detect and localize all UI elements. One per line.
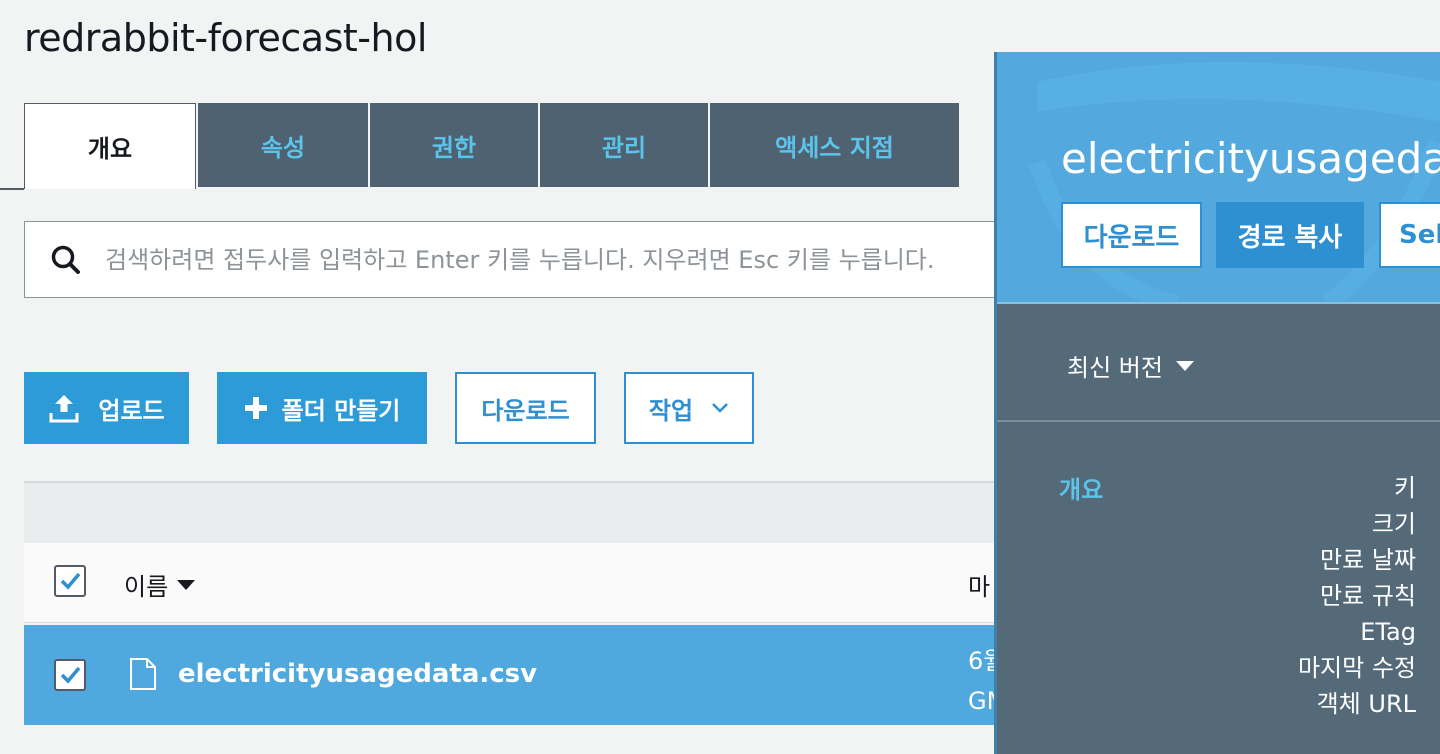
sort-down-icon xyxy=(176,579,196,591)
prop-object-url: 객체 URL xyxy=(1316,690,1416,718)
create-folder-button[interactable]: 폴더 만들기 xyxy=(217,372,427,444)
file-name-link[interactable]: electricityusagedata.csv xyxy=(178,659,537,689)
search-icon xyxy=(49,243,83,277)
file-icon xyxy=(128,657,158,695)
checkmark-icon xyxy=(60,666,81,684)
tab-access-points[interactable]: 액세스 지점 xyxy=(710,103,959,187)
tab-bar: 개요 속성 권한 관리 액세스 지점 xyxy=(0,103,1000,189)
column-name-label: 이름 xyxy=(124,573,169,601)
prop-expiration-rule: 만료 규칙 xyxy=(1320,582,1416,610)
bucket-title: redrabbit-forecast-hol xyxy=(24,16,427,60)
table-row[interactable]: electricityusagedata.csv 6월 GM xyxy=(24,625,1007,725)
panel-divider xyxy=(997,420,1440,422)
tab-permissions[interactable]: 권한 xyxy=(370,103,538,187)
panel-download-button[interactable]: 다운로드 xyxy=(1061,202,1202,268)
prop-key: 키 xyxy=(1393,474,1416,502)
create-folder-label: 폴더 만들기 xyxy=(281,396,401,425)
search-input[interactable] xyxy=(105,245,985,274)
actions-dropdown[interactable]: 작업 xyxy=(624,372,754,444)
tab-management[interactable]: 관리 xyxy=(540,103,708,187)
tab-properties[interactable]: 속성 xyxy=(198,103,368,187)
upload-label: 업로드 xyxy=(98,396,165,425)
panel-header: electricityusagedata 다운로드 경로 복사 Sele xyxy=(997,52,1440,304)
copy-path-button[interactable]: 경로 복사 xyxy=(1216,202,1364,268)
actions-label: 작업 xyxy=(648,396,694,425)
upload-button[interactable]: 업로드 xyxy=(24,372,189,444)
row-checkbox[interactable] xyxy=(54,659,86,691)
prop-size: 크기 xyxy=(1371,510,1416,538)
column-header-name[interactable]: 이름 xyxy=(124,567,196,602)
download-button[interactable]: 다운로드 xyxy=(455,372,596,444)
table-header: 이름 마 xyxy=(24,543,1000,623)
plus-icon xyxy=(244,396,268,420)
version-selector[interactable]: 최신 버전 xyxy=(1067,348,1195,383)
prop-last-modified: 마지막 수정 xyxy=(1297,654,1416,682)
prop-expiration-date: 만료 날짜 xyxy=(1320,546,1416,574)
overview-section-label: 개요 xyxy=(1059,476,1104,504)
property-list: 키 크기 만료 날짜 만료 규칙 ETag 마지막 수정 객체 URL xyxy=(1298,470,1416,722)
object-details-panel: electricityusagedata 다운로드 경로 복사 Sele 최신 … xyxy=(994,52,1440,754)
search-box[interactable] xyxy=(24,221,1014,298)
panel-object-title: electricityusagedata xyxy=(1061,134,1440,183)
column-header-modified[interactable]: 마 xyxy=(968,567,990,602)
select-all-checkbox[interactable] xyxy=(54,565,86,597)
caret-down-icon xyxy=(1175,360,1195,372)
tab-overview[interactable]: 개요 xyxy=(24,103,196,189)
table-toolbar xyxy=(24,481,1000,543)
checkmark-icon xyxy=(60,572,81,590)
select-from-button[interactable]: Sele xyxy=(1379,202,1440,268)
prop-etag: ETag xyxy=(1360,618,1416,646)
upload-icon xyxy=(48,393,80,423)
tabs-baseline xyxy=(0,188,24,190)
version-label: 최신 버전 xyxy=(1067,354,1163,382)
chevron-down-icon xyxy=(711,402,729,414)
